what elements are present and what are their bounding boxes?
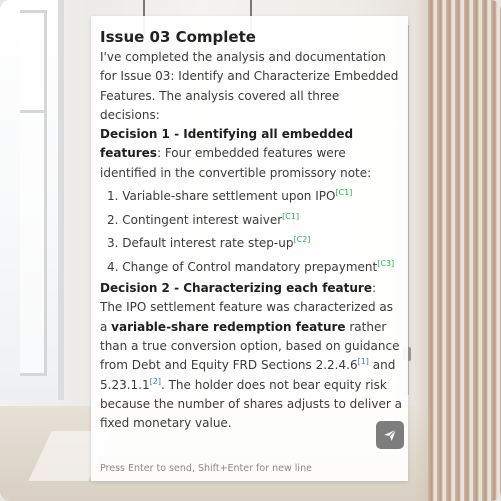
list-item-text: Change of Control mandatory prepayment — [122, 259, 378, 274]
reference-link[interactable]: [2] — [150, 377, 161, 386]
chat-panel: Issue 03 Complete I've completed the ana… — [91, 16, 408, 481]
message-title: Issue 03 Complete — [100, 28, 256, 46]
assistant-message: Issue 03 Complete I've completed the ana… — [100, 26, 402, 433]
list-item: 4. Change of Control mandatory prepaymen… — [107, 258, 395, 274]
reference-link[interactable]: [1] — [358, 357, 369, 366]
background-window-frame — [20, 10, 47, 376]
send-button[interactable] — [376, 421, 404, 449]
list-item-text: Default interest rate step-up — [122, 236, 294, 251]
feature-list: 1. Variable-share settlement upon IPO[C1… — [107, 185, 402, 279]
citation-link[interactable]: [C3] — [377, 259, 394, 268]
paper-plane-icon — [384, 429, 397, 441]
background-wood-slats — [428, 0, 501, 501]
message-intro: I've completed the analysis and document… — [100, 50, 399, 122]
decision-2-heading: Decision 2 - Characterizing each feature — [100, 281, 372, 296]
background-window-bar — [20, 110, 44, 113]
citation-link[interactable]: [C1] — [282, 212, 299, 221]
decision-1-colon: : — [156, 146, 161, 161]
decision-1-paragraph: Decision 1 - Identifying all embedded fe… — [100, 125, 402, 183]
citation-link[interactable]: [C2] — [293, 235, 310, 244]
composer-hint: Press Enter to send, Shift+Enter for new… — [100, 463, 312, 474]
list-item-text: Contingent interest waiver — [122, 212, 283, 227]
list-item: 1. Variable-share settlement upon IPO[C1… — [107, 188, 353, 204]
list-item-text: Variable-share settlement upon IPO — [122, 189, 336, 204]
list-item: 3. Default interest rate step-up[C2] — [107, 235, 311, 251]
citation-link[interactable]: [C1] — [335, 188, 352, 197]
decision-2-emphasis: variable-share redemption feature — [111, 319, 346, 334]
decision-2-paragraph: Decision 2 - Characterizing each feature… — [100, 279, 402, 433]
list-item: 2. Contingent interest waiver[C1] — [107, 211, 300, 227]
